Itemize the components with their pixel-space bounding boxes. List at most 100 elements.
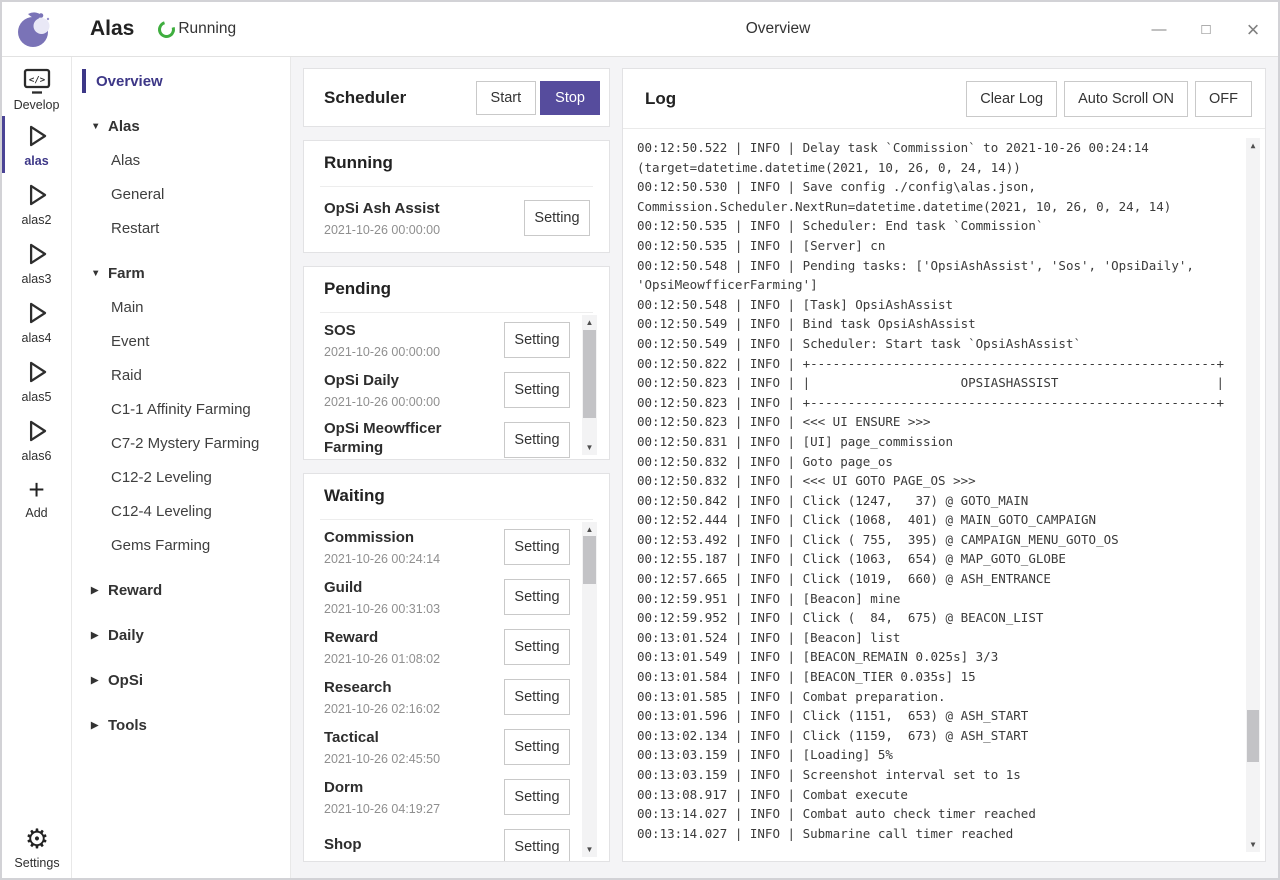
running-task-list: OpSi Ash Assist 2021-10-26 00:00:00 Sett… [304, 187, 609, 252]
scroll-down-icon[interactable]: ▼ [582, 843, 597, 856]
rail-instance[interactable]: alas [2, 115, 72, 174]
task-setting-button[interactable]: Setting [504, 829, 570, 861]
scroll-thumb[interactable] [583, 330, 596, 418]
task-setting-button[interactable]: Setting [504, 422, 570, 458]
scroll-thumb[interactable] [583, 536, 596, 584]
nav-item[interactable]: C7-2 Mystery Farming [72, 426, 290, 460]
scroll-up-icon[interactable]: ▲ [582, 316, 597, 329]
nav-arrow-icon: ▼ [91, 121, 108, 132]
task-name: SOS [324, 321, 496, 340]
waiting-scrollbar[interactable]: ▲ ▼ [582, 522, 597, 857]
task-row: OpSi Ash Assist 2021-10-26 00:00:00 Sett… [324, 193, 609, 243]
log-line: 00:12:50.530 | INFO | Save config ./conf… [637, 177, 1231, 197]
task-setting-button[interactable]: Setting [504, 779, 570, 815]
scroll-thumb[interactable] [1247, 710, 1259, 762]
add-instance-button[interactable]: + Add [2, 471, 72, 525]
nav-item-label: Gems Farming [111, 537, 210, 554]
log-line: 00:12:50.842 | INFO | Click (1247, 37) @… [637, 491, 1231, 511]
task-name: Dorm [324, 778, 496, 797]
nav-item[interactable]: ▶ Tools [72, 708, 290, 742]
scroll-down-icon[interactable]: ▼ [582, 441, 597, 454]
task-name: Tactical [324, 728, 496, 747]
scheduler-stop-button[interactable]: Stop [540, 81, 600, 115]
nav-item[interactable]: Gems Farming [72, 528, 290, 562]
rail-instance[interactable]: alas5 [2, 351, 72, 410]
nav-item[interactable]: ▶ OpSi [72, 663, 290, 697]
log-line: 00:13:01.585 | INFO | Combat preparation… [637, 687, 1231, 707]
log-line: 00:12:59.952 | INFO | Click ( 84, 675) @… [637, 608, 1231, 628]
task-setting-button[interactable]: Setting [504, 529, 570, 565]
task-row: SOS 2021-10-26 00:00:00 Setting [324, 315, 609, 365]
task-setting-button[interactable]: Setting [504, 629, 570, 665]
nav-item[interactable]: Alas [72, 143, 290, 177]
rail-item-develop[interactable]: </> Develop [2, 65, 72, 115]
title-bar: Alas Running Overview — □ × [2, 2, 1278, 57]
settings-button[interactable]: ⚙ Settings [2, 825, 72, 870]
rail-instance-label: alas3 [22, 272, 52, 286]
nav-item[interactable]: General [72, 177, 290, 211]
nav-item[interactable]: Overview [72, 64, 290, 98]
task-name: Research [324, 678, 496, 697]
autoscroll-on-button[interactable]: Auto Scroll ON [1064, 81, 1188, 117]
nav-item[interactable]: ▶ Reward [72, 573, 290, 607]
nav-item[interactable]: Main [72, 290, 290, 324]
running-panel: Running OpSi Ash Assist 2021-10-26 00:00… [303, 140, 610, 253]
scroll-up-icon[interactable]: ▲ [1246, 139, 1260, 152]
pending-scrollbar[interactable]: ▲ ▼ [582, 315, 597, 455]
rail-instance[interactable]: alas3 [2, 233, 72, 292]
nav-item-label: General [111, 186, 164, 203]
nav-item[interactable]: Raid [72, 358, 290, 392]
play-icon [22, 357, 52, 387]
task-setting-button[interactable]: Setting [504, 322, 570, 358]
task-setting-button[interactable]: Setting [504, 679, 570, 715]
task-row: Tactical 2021-10-26 02:45:50 Setting [324, 722, 609, 772]
task-setting-button[interactable]: Setting [504, 579, 570, 615]
clear-log-button[interactable]: Clear Log [966, 81, 1057, 117]
scroll-up-icon[interactable]: ▲ [582, 523, 597, 536]
nav-item[interactable]: Restart [72, 211, 290, 245]
task-setting-button[interactable]: Setting [524, 200, 590, 236]
scheduler-title: Scheduler [324, 88, 472, 108]
log-line: 'OpsiMeowfficerFarming'] [637, 275, 1231, 295]
log-title: Log [645, 89, 959, 109]
nav-arrow-icon: ▶ [91, 630, 108, 641]
rail-instance[interactable]: alas4 [2, 292, 72, 351]
nav-arrow-icon: ▶ [91, 720, 108, 731]
task-setting-button[interactable]: Setting [504, 372, 570, 408]
autoscroll-off-button[interactable]: OFF [1195, 81, 1252, 117]
task-name: OpSi Ash Assist [324, 199, 496, 218]
task-time: 2021-10-26 00:24:14 [324, 552, 504, 566]
close-icon[interactable]: × [1244, 17, 1262, 43]
task-row: Guild 2021-10-26 00:31:03 Setting [324, 572, 609, 622]
rail-instance[interactable]: alas6 [2, 410, 72, 469]
scheduler-start-button[interactable]: Start [476, 81, 537, 115]
rail-instance[interactable]: alas2 [2, 174, 72, 233]
maximize-icon[interactable]: □ [1197, 21, 1215, 38]
nav-item[interactable]: C12-4 Leveling [72, 494, 290, 528]
page-title: Overview [746, 20, 811, 38]
log-scrollbar[interactable]: ▲ ▼ [1246, 138, 1260, 852]
task-row: Commission 2021-10-26 00:24:14 Setting [324, 522, 609, 572]
nav-item[interactable]: ▼ Farm [72, 256, 290, 290]
nav-item[interactable]: C1-1 Affinity Farming [72, 392, 290, 426]
nav-item[interactable]: ▼ Alas [72, 109, 290, 143]
scroll-down-icon[interactable]: ▼ [1246, 838, 1260, 851]
running-title: Running [304, 153, 609, 179]
pending-title: Pending [304, 279, 609, 305]
minimize-icon[interactable]: — [1150, 25, 1168, 35]
nav-item[interactable]: C12-2 Leveling [72, 460, 290, 494]
nav-item[interactable]: ▶ Daily [72, 618, 290, 652]
task-setting-button[interactable]: Setting [504, 729, 570, 765]
log-line: 00:13:03.159 | INFO | [Loading] 5% [637, 745, 1231, 765]
rail-instance-label: alas [24, 154, 48, 168]
app-name: Alas [90, 17, 134, 41]
log-line: 00:12:50.549 | INFO | Scheduler: Start t… [637, 334, 1231, 354]
pending-panel: Pending SOS 2021-10-26 00:00:00 Setting [303, 266, 610, 460]
log-output[interactable]: 00:12:50.522 | INFO | Delay task `Commis… [623, 129, 1265, 861]
nav-item[interactable]: Event [72, 324, 290, 358]
log-line: 00:12:50.522 | INFO | Delay task `Commis… [637, 138, 1231, 158]
task-time: 2021-10-26 00:00:00 [324, 345, 504, 359]
log-line: 00:13:14.027 | INFO | Submarine call tim… [637, 824, 1231, 844]
nav-item-label: C12-2 Leveling [111, 469, 212, 486]
log-line: 00:12:50.822 | INFO | +-----------------… [637, 354, 1231, 374]
